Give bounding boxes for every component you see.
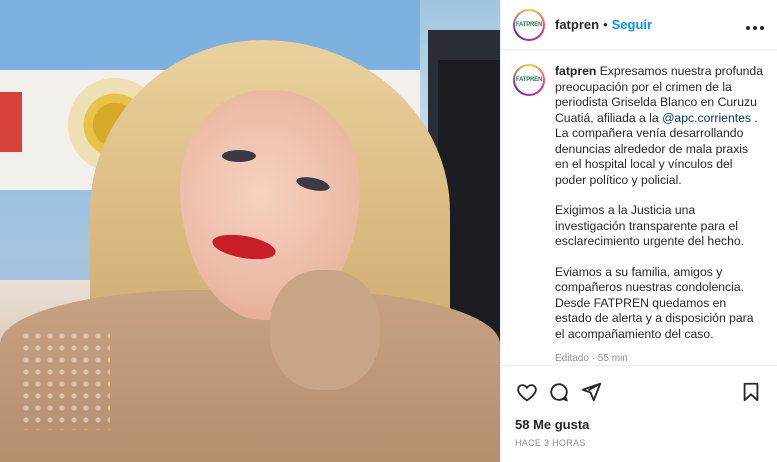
comment-icon[interactable] — [543, 376, 575, 408]
caption-mention[interactable]: @apc.corrientes — [662, 111, 751, 125]
caption-paragraph-2: Exigimos a la Justicia una investigación… — [555, 203, 745, 248]
avatar-logo: FATPREN — [515, 10, 543, 39]
edited-timestamp: Editado · 55 min — [555, 353, 628, 364]
caption-paragraph-3: Eviamos a su familia, amigos y compañero… — [555, 264, 754, 341]
bookmark-icon[interactable] — [735, 376, 767, 408]
send-icon[interactable] — [575, 376, 607, 408]
avatar[interactable]: FATPREN — [513, 64, 545, 96]
portrait-eye — [222, 150, 256, 162]
action-bar — [501, 365, 777, 417]
post-photo[interactable] — [0, 0, 500, 462]
heart-icon[interactable] — [511, 376, 543, 408]
follow-button[interactable]: Seguir — [612, 17, 652, 32]
avatar-logo: FATPREN — [515, 66, 543, 94]
more-horizontal-icon[interactable] — [745, 16, 765, 34]
avatar[interactable]: FATPREN — [513, 8, 545, 41]
caption-area: FATPREN fatpren Expresamos nuestra profu… — [501, 50, 777, 365]
post-header: FATPREN fatpren • Seguir — [501, 0, 777, 50]
caption-text: fatpren Expresamos nuestra profunda preo… — [555, 64, 763, 365]
sweater-sparkle — [20, 330, 110, 430]
caption-username[interactable]: fatpren — [555, 64, 596, 78]
like-count[interactable]: 58 Me gusta — [501, 417, 777, 432]
post-side-panel: FATPREN fatpren • Seguir FATPREN fatpren… — [500, 0, 777, 462]
flag-edge — [0, 92, 22, 152]
separator-dot: • — [603, 17, 608, 32]
portrait-hand — [270, 270, 380, 390]
post-timestamp: HACE 3 HORAS — [515, 438, 586, 448]
author-username[interactable]: fatpren — [555, 17, 599, 32]
instagram-post: FATPREN fatpren • Seguir FATPREN fatpren… — [0, 0, 777, 462]
